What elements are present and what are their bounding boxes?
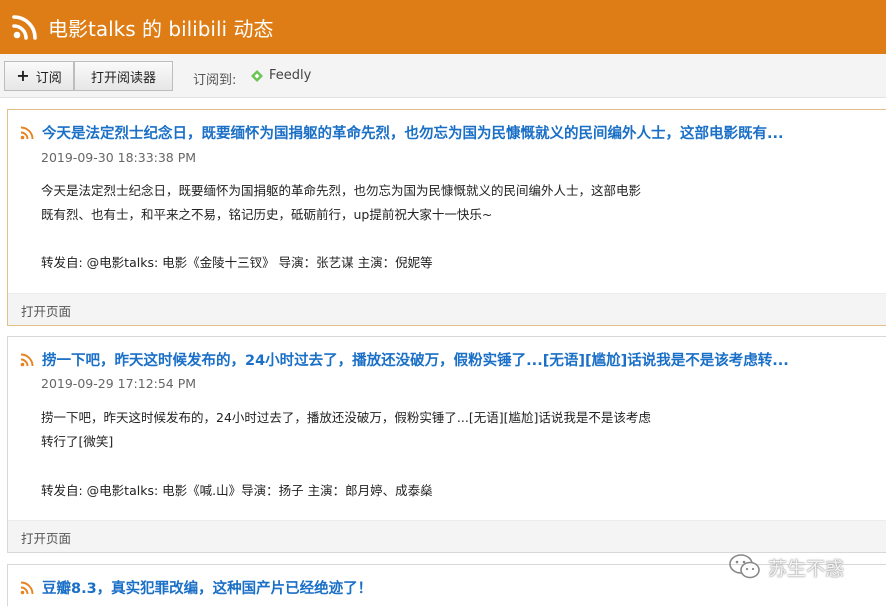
feed-item-body-line: 捞一下吧，昨天这时候发布的，24小时过去了，播放还没破万，假粉实锤了...[无语… (41, 410, 651, 425)
feed-item-head: 今天是法定烈士纪念日，既要缅怀为国捐躯的革命先烈，也勿忘为国为民慷慨就义的民间编… (20, 122, 880, 143)
feed-item-forward: 转发自: @电影talks: 电影《喊.山》导演：扬子 主演：郎月婷、成泰燊 (41, 483, 433, 498)
feed-item-body: 捞一下吧，昨天这时候发布的，24小时过去了，播放还没破万，假粉实锤了...[无语… (41, 406, 651, 454)
feed-item: 捞一下吧，昨天这时候发布的，24小时过去了，播放还没破万，假粉实锤了...[无语… (7, 336, 886, 553)
page-title: 电影talks 的 bilibili 动态 (48, 16, 274, 41)
feed-item-body-line: 今天是法定烈士纪念日，既要缅怀为国捐躯的革命先烈，也勿忘为国为民慷慨就义的民间编… (41, 183, 642, 198)
feed-item-forward: 转发自: @电影talks: 电影《金陵十三钗》 导演：张艺谋 主演：倪妮等 (41, 255, 433, 270)
feed-item: 今天是法定烈士纪念日，既要缅怀为国捐躯的革命先烈，也勿忘为国为民慷慨就义的民间编… (7, 109, 886, 326)
feed-item-title-link[interactable]: 豆瓣8.3，真实犯罪改编，这种国产片已经绝迹了！ (42, 577, 372, 598)
feed-item-date: 2019-09-30 18:33:38 PM (41, 150, 197, 165)
feed-item-body-line: 既有烈、也有士，和平来之不易，铭记历史，砥砺前行，up提前祝大家十一快乐~ (41, 207, 493, 222)
feed-item-title-link[interactable]: 今天是法定烈士纪念日，既要缅怀为国捐躯的革命先烈，也勿忘为国为民慷慨就义的民间编… (42, 122, 784, 143)
rss-icon (12, 15, 37, 40)
feed-item-footer: 打开页面 (8, 293, 886, 325)
feedly-label: Feedly (269, 68, 312, 83)
feed-header: 电影talks 的 bilibili 动态 (0, 0, 886, 54)
feed-item-footer: 打开页面 (8, 520, 886, 552)
watermark: 苏生不惑 (728, 553, 844, 581)
feed-item-date: 2019-09-29 17:12:54 PM (41, 376, 197, 391)
open-reader-label: 打开阅读器 (90, 70, 156, 86)
wechat-icon (729, 554, 760, 579)
rss-icon (20, 353, 34, 367)
toolbar: + 订阅 打开阅读器 订阅到: Feedly (0, 54, 886, 98)
open-page-link[interactable]: 打开页面 (21, 301, 71, 320)
subscribe-to-label: 订阅到: (193, 73, 237, 88)
watermark-text: 苏生不惑 (768, 557, 845, 580)
rss-icon (20, 581, 34, 595)
open-page-link[interactable]: 打开页面 (21, 528, 71, 547)
feedly-link[interactable]: Feedly (250, 68, 311, 83)
open-reader-button[interactable]: 打开阅读器 (74, 61, 173, 91)
feedly-icon (251, 69, 263, 82)
subscribe-button[interactable]: + 订阅 (4, 61, 74, 91)
feed-item-title-link[interactable]: 捞一下吧，昨天这时候发布的，24小时过去了，播放还没破万，假粉实锤了...[无语… (42, 349, 789, 370)
feed-item-body-line: 转行了[微笑] (41, 434, 114, 449)
plus-icon: + (16, 66, 30, 85)
feed-item-head: 捞一下吧，昨天这时候发布的，24小时过去了，播放还没破万，假粉实锤了...[无语… (20, 349, 880, 370)
subscribe-label: 订阅 (35, 70, 62, 86)
rss-icon (20, 126, 34, 140)
feed-item-body: 今天是法定烈士纪念日，既要缅怀为国捐躯的革命先烈，也勿忘为国为民慷慨就义的民间编… (41, 179, 641, 227)
